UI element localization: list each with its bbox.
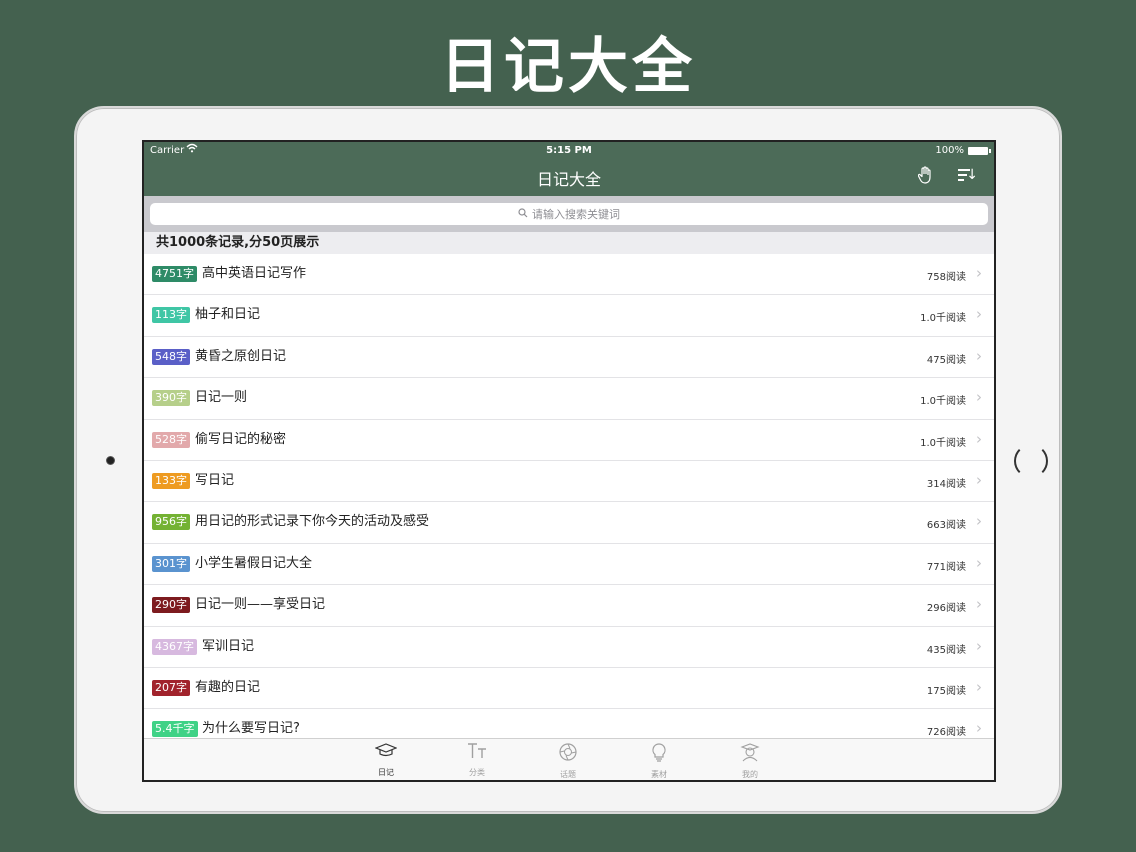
status-time: 5:15 PM — [546, 145, 592, 156]
sort-icon[interactable]: ↓ — [958, 167, 978, 185]
search-bar: 请输入搜索关键词 — [144, 196, 994, 232]
tab-label: 分类 — [469, 768, 485, 777]
nav-title: 日记大全 — [536, 170, 601, 189]
list-header: 共1000条记录,分50页展示 — [144, 232, 994, 254]
read-count: 435阅读 — [926, 644, 966, 656]
list-item[interactable]: 207字 有趣的日记 175阅读 › — [144, 667, 994, 710]
word-count-badge: 548字 — [152, 348, 190, 365]
list-item-title: 日记一则 — [195, 390, 248, 406]
battery-icon — [968, 147, 991, 155]
list-item-title: 高中英语日记写作 — [202, 266, 307, 281]
search-input[interactable]: 请输入搜索关键词 — [150, 203, 988, 225]
hand-icon[interactable] — [917, 166, 934, 189]
chevron-right-icon: › — [976, 429, 982, 448]
word-count-badge: 113字 — [152, 307, 190, 324]
read-count: 314阅读 — [926, 478, 966, 490]
list-item-title: 写日记 — [195, 472, 235, 488]
chevron-right-icon: › — [976, 388, 982, 407]
chevron-right-icon: › — [976, 677, 982, 696]
navigation-bar: Carrier 5:15 PM 100% 日记大全 ↓ — [144, 142, 994, 196]
list-item[interactable]: 4751字 高中英语日记写作 758阅读 › — [144, 254, 994, 296]
lightbulb-icon — [629, 742, 689, 768]
promo-title: 日记大全 — [440, 32, 696, 102]
chevron-right-icon: › — [976, 553, 982, 572]
list-item-title: 日记一则——享受日记 — [195, 597, 326, 613]
tab-bar: 日记 分类 话题 素材 我的 — [144, 738, 994, 780]
home-button[interactable] — [1014, 444, 1048, 478]
chevron-right-icon: › — [976, 636, 982, 655]
chevron-right-icon: › — [976, 264, 982, 282]
list-item[interactable]: 390字 日记一则 1.0千阅读 › — [144, 378, 994, 420]
chevron-right-icon: › — [976, 512, 982, 531]
status-bar: Carrier 5:15 PM 100% — [144, 142, 994, 160]
word-count-badge: 5.4千字 — [152, 721, 198, 738]
list-item-title: 黄昏之原创日记 — [195, 348, 287, 364]
list-item-title: 用日记的形式记录下你今天的活动及感受 — [195, 514, 430, 530]
search-icon — [518, 203, 528, 225]
word-count-badge: 528字 — [152, 431, 190, 448]
tab-label: 日记 — [378, 768, 394, 777]
user-graduate-icon — [720, 742, 780, 768]
list-item[interactable]: 301字 小学生暑假日记大全 771阅读 › — [144, 543, 994, 586]
app-screen: Carrier 5:15 PM 100% 日记大全 ↓ 请输入搜索关键词 共10… — [142, 140, 996, 782]
list-item-title: 有趣的日记 — [195, 679, 261, 695]
chevron-right-icon: › — [976, 305, 982, 324]
tab-label: 我的 — [742, 770, 758, 779]
read-count: 663阅读 — [926, 520, 966, 532]
aperture-icon — [538, 742, 598, 768]
read-count: 1.0千阅读 — [920, 396, 966, 408]
tab-1[interactable]: 日记 — [356, 742, 416, 778]
read-count: 1.0千阅读 — [920, 437, 966, 449]
chevron-right-icon: › — [976, 470, 982, 489]
word-count-badge: 290字 — [152, 597, 190, 614]
tab-label: 素材 — [651, 770, 667, 779]
list-item[interactable]: 290字 日记一则——享受日记 296阅读 › — [144, 585, 994, 627]
read-count: 296阅读 — [926, 603, 966, 615]
word-count-badge: 301字 — [152, 555, 190, 572]
tab-5[interactable]: 我的 — [720, 742, 780, 780]
text-size-icon — [447, 742, 507, 766]
read-count: 771阅读 — [926, 561, 966, 573]
list-item-title: 为什么要写日记? — [202, 721, 300, 737]
word-count-badge: 956字 — [152, 514, 190, 531]
camera-icon — [106, 456, 115, 465]
chevron-right-icon: › — [976, 719, 982, 738]
list-item[interactable]: 548字 黄昏之原创日记 475阅读 › — [144, 336, 994, 379]
word-count-badge: 4751字 — [152, 266, 197, 282]
list-item[interactable]: 528字 偷写日记的秘密 1.0千阅读 › — [144, 419, 994, 461]
list-item[interactable]: 133字 写日记 314阅读 › — [144, 460, 994, 503]
ipad-frame: Carrier 5:15 PM 100% 日记大全 ↓ 请输入搜索关键词 共10… — [74, 106, 1062, 814]
word-count-badge: 390字 — [152, 390, 190, 407]
tab-2[interactable]: 分类 — [447, 742, 507, 778]
read-count: 175阅读 — [926, 685, 966, 697]
read-count: 1.0千阅读 — [920, 313, 966, 325]
read-count: 758阅读 — [926, 272, 966, 283]
word-count-badge: 4367字 — [152, 638, 197, 655]
list-item[interactable]: 113字 柚子和日记 1.0千阅读 › — [144, 295, 994, 337]
read-count: 475阅读 — [926, 354, 966, 366]
tab-label: 话题 — [560, 770, 576, 779]
list-item-title: 军训日记 — [202, 638, 255, 654]
read-count: 726阅读 — [926, 727, 966, 739]
word-count-badge: 207字 — [152, 679, 190, 696]
chevron-right-icon: › — [976, 595, 982, 614]
word-count-badge: 133字 — [152, 472, 190, 489]
diary-list: 4751字 高中英语日记写作 758阅读 › 113字 柚子和日记 1.0千阅读 › 548字黄… — [144, 254, 994, 751]
list-item-title: 小学生暑假日记大全 — [195, 555, 313, 571]
tab-3[interactable]: 话题 — [538, 742, 598, 780]
graduation-cap-icon — [356, 742, 416, 766]
chevron-right-icon: › — [976, 346, 982, 365]
list-item[interactable]: 956字 用日记的形式记录下你今天的活动及感受 663阅读 › — [144, 502, 994, 544]
list-item-title: 柚子和日记 — [195, 307, 261, 323]
tab-4[interactable]: 素材 — [629, 742, 689, 780]
list-item-title: 偷写日记的秘密 — [195, 431, 287, 447]
battery-percent: 100% — [935, 145, 964, 156]
search-placeholder: 请输入搜索关键词 — [532, 208, 620, 221]
list-item[interactable]: 4367字 军训日记 435阅读 › — [144, 626, 994, 668]
